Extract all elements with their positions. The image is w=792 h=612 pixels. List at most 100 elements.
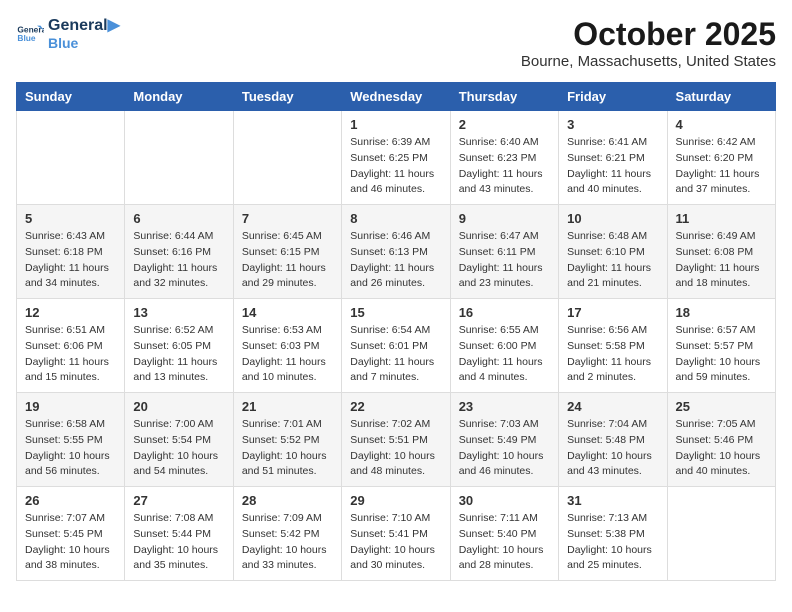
- month-title: October 2025: [521, 16, 776, 53]
- day-info: Sunrise: 7:07 AMSunset: 5:45 PMDaylight:…: [25, 511, 116, 574]
- weekday-header: Friday: [559, 83, 667, 111]
- calendar-cell: 20 Sunrise: 7:00 AMSunset: 5:54 PMDayligh…: [125, 393, 233, 487]
- day-info: Sunrise: 6:48 AMSunset: 6:10 PMDaylight:…: [567, 229, 658, 292]
- calendar-cell: 12 Sunrise: 6:51 AMSunset: 6:06 PMDayligh…: [17, 299, 125, 393]
- day-info: Sunrise: 7:11 AMSunset: 5:40 PMDaylight:…: [459, 511, 550, 574]
- day-number: 18: [676, 305, 767, 320]
- day-info: Sunrise: 6:49 AMSunset: 6:08 PMDaylight:…: [676, 229, 767, 292]
- day-info: Sunrise: 7:02 AMSunset: 5:51 PMDaylight:…: [350, 417, 441, 480]
- calendar-cell: [667, 487, 775, 581]
- day-number: 17: [567, 305, 658, 320]
- day-number: 27: [133, 493, 224, 508]
- calendar-cell: 31 Sunrise: 7:13 AMSunset: 5:38 PMDayligh…: [559, 487, 667, 581]
- day-info: Sunrise: 6:47 AMSunset: 6:11 PMDaylight:…: [459, 229, 550, 292]
- day-number: 30: [459, 493, 550, 508]
- day-number: 23: [459, 399, 550, 414]
- calendar-table: SundayMondayTuesdayWednesdayThursdayFrid…: [16, 82, 776, 581]
- day-number: 14: [242, 305, 333, 320]
- day-number: 12: [25, 305, 116, 320]
- calendar-cell: 2 Sunrise: 6:40 AMSunset: 6:23 PMDaylight…: [450, 111, 558, 205]
- day-number: 22: [350, 399, 441, 414]
- day-number: 3: [567, 117, 658, 132]
- calendar-cell: 13 Sunrise: 6:52 AMSunset: 6:05 PMDayligh…: [125, 299, 233, 393]
- calendar-cell: 30 Sunrise: 7:11 AMSunset: 5:40 PMDayligh…: [450, 487, 558, 581]
- calendar-cell: [125, 111, 233, 205]
- day-number: 8: [350, 211, 441, 226]
- calendar-week-row: 12 Sunrise: 6:51 AMSunset: 6:06 PMDayligh…: [17, 299, 776, 393]
- page-header: General Blue General▶ Blue October 2025 …: [16, 16, 776, 70]
- calendar-cell: 4 Sunrise: 6:42 AMSunset: 6:20 PMDaylight…: [667, 111, 775, 205]
- calendar-cell: 18Sunrise: 6:57 AMSunset: 5:57 PMDayligh…: [667, 299, 775, 393]
- day-number: 2: [459, 117, 550, 132]
- day-info: Sunrise: 7:04 AMSunset: 5:48 PMDaylight:…: [567, 417, 658, 480]
- day-number: 9: [459, 211, 550, 226]
- day-info: Sunrise: 6:53 AMSunset: 6:03 PMDaylight:…: [242, 323, 333, 386]
- day-info: Sunrise: 7:00 AMSunset: 5:54 PMDaylight:…: [133, 417, 224, 480]
- day-info: Sunrise: 6:40 AMSunset: 6:23 PMDaylight:…: [459, 135, 550, 198]
- day-number: 28: [242, 493, 333, 508]
- day-info: Sunrise: 6:43 AMSunset: 6:18 PMDaylight:…: [25, 229, 116, 292]
- location-title: Bourne, Massachusetts, United States: [521, 53, 776, 70]
- day-info: Sunrise: 6:39 AMSunset: 6:25 PMDaylight:…: [350, 135, 441, 198]
- day-number: 16: [459, 305, 550, 320]
- day-number: 26: [25, 493, 116, 508]
- calendar-cell: 5 Sunrise: 6:43 AMSunset: 6:18 PMDaylight…: [17, 205, 125, 299]
- calendar-cell: 29Sunrise: 7:10 AMSunset: 5:41 PMDayligh…: [342, 487, 450, 581]
- day-info: Sunrise: 6:58 AMSunset: 5:55 PMDaylight:…: [25, 417, 116, 480]
- calendar-cell: [233, 111, 341, 205]
- day-info: Sunrise: 6:51 AMSunset: 6:06 PMDaylight:…: [25, 323, 116, 386]
- logo: General Blue General▶ Blue: [16, 16, 120, 52]
- calendar-header-row: SundayMondayTuesdayWednesdayThursdayFrid…: [17, 83, 776, 111]
- calendar-cell: 27Sunrise: 7:08 AMSunset: 5:44 PMDayligh…: [125, 487, 233, 581]
- day-number: 4: [676, 117, 767, 132]
- calendar-cell: 3Sunrise: 6:41 AMSunset: 6:21 PMDaylight…: [559, 111, 667, 205]
- day-number: 19: [25, 399, 116, 414]
- day-info: Sunrise: 6:54 AMSunset: 6:01 PMDaylight:…: [350, 323, 441, 386]
- calendar-week-row: 1 Sunrise: 6:39 AMSunset: 6:25 PMDaylight…: [17, 111, 776, 205]
- weekday-header: Tuesday: [233, 83, 341, 111]
- day-number: 6: [133, 211, 224, 226]
- day-number: 25: [676, 399, 767, 414]
- day-info: Sunrise: 6:52 AMSunset: 6:05 PMDaylight:…: [133, 323, 224, 386]
- calendar-cell: 16Sunrise: 6:55 AMSunset: 6:00 PMDayligh…: [450, 299, 558, 393]
- calendar-cell: 7Sunrise: 6:45 AMSunset: 6:15 PMDaylight…: [233, 205, 341, 299]
- calendar-cell: 21 Sunrise: 7:01 AMSunset: 5:52 PMDayligh…: [233, 393, 341, 487]
- calendar-cell: 15 Sunrise: 6:54 AMSunset: 6:01 PMDayligh…: [342, 299, 450, 393]
- day-number: 5: [25, 211, 116, 226]
- svg-text:Blue: Blue: [17, 33, 35, 43]
- title-section: October 2025 Bourne, Massachusetts, Unit…: [521, 16, 776, 70]
- calendar-cell: 17 Sunrise: 6:56 AMSunset: 5:58 PMDayligh…: [559, 299, 667, 393]
- logo-text: General▶: [48, 16, 120, 35]
- calendar-week-row: 26 Sunrise: 7:07 AMSunset: 5:45 PMDayligh…: [17, 487, 776, 581]
- weekday-header: Wednesday: [342, 83, 450, 111]
- calendar-week-row: 5 Sunrise: 6:43 AMSunset: 6:18 PMDaylight…: [17, 205, 776, 299]
- day-info: Sunrise: 7:03 AMSunset: 5:49 PMDaylight:…: [459, 417, 550, 480]
- day-number: 1: [350, 117, 441, 132]
- calendar-cell: 25 Sunrise: 7:05 AMSunset: 5:46 PMDayligh…: [667, 393, 775, 487]
- day-info: Sunrise: 7:13 AMSunset: 5:38 PMDaylight:…: [567, 511, 658, 574]
- calendar-cell: 24Sunrise: 7:04 AMSunset: 5:48 PMDayligh…: [559, 393, 667, 487]
- calendar-cell: 1 Sunrise: 6:39 AMSunset: 6:25 PMDaylight…: [342, 111, 450, 205]
- day-info: Sunrise: 6:56 AMSunset: 5:58 PMDaylight:…: [567, 323, 658, 386]
- calendar-week-row: 19 Sunrise: 6:58 AMSunset: 5:55 PMDayligh…: [17, 393, 776, 487]
- day-number: 31: [567, 493, 658, 508]
- day-number: 21: [242, 399, 333, 414]
- calendar-cell: 6Sunrise: 6:44 AMSunset: 6:16 PMDaylight…: [125, 205, 233, 299]
- day-number: 15: [350, 305, 441, 320]
- day-info: Sunrise: 6:46 AMSunset: 6:13 PMDaylight:…: [350, 229, 441, 292]
- day-info: Sunrise: 7:05 AMSunset: 5:46 PMDaylight:…: [676, 417, 767, 480]
- day-info: Sunrise: 6:45 AMSunset: 6:15 PMDaylight:…: [242, 229, 333, 292]
- day-number: 20: [133, 399, 224, 414]
- calendar-cell: 26 Sunrise: 7:07 AMSunset: 5:45 PMDayligh…: [17, 487, 125, 581]
- day-number: 13: [133, 305, 224, 320]
- calendar-cell: 19 Sunrise: 6:58 AMSunset: 5:55 PMDayligh…: [17, 393, 125, 487]
- calendar-cell: 9 Sunrise: 6:47 AMSunset: 6:11 PMDaylight…: [450, 205, 558, 299]
- day-info: Sunrise: 6:42 AMSunset: 6:20 PMDaylight:…: [676, 135, 767, 198]
- calendar-cell: 23 Sunrise: 7:03 AMSunset: 5:49 PMDayligh…: [450, 393, 558, 487]
- weekday-header: Saturday: [667, 83, 775, 111]
- day-info: Sunrise: 7:09 AMSunset: 5:42 PMDaylight:…: [242, 511, 333, 574]
- calendar-cell: [17, 111, 125, 205]
- calendar-cell: 22 Sunrise: 7:02 AMSunset: 5:51 PMDayligh…: [342, 393, 450, 487]
- day-info: Sunrise: 7:01 AMSunset: 5:52 PMDaylight:…: [242, 417, 333, 480]
- day-number: 29: [350, 493, 441, 508]
